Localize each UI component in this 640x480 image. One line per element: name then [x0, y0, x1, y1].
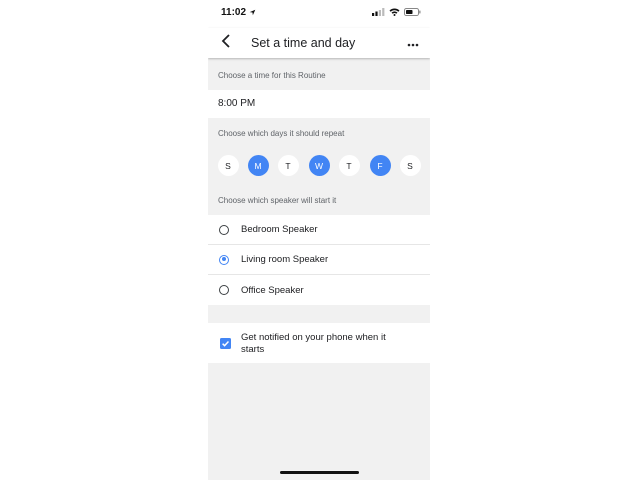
signal-icon: [372, 8, 385, 16]
notify-checkbox[interactable]: [220, 338, 231, 349]
day-thursday[interactable]: T: [338, 155, 360, 176]
more-vertical-icon: [407, 34, 419, 52]
speaker-list: Bedroom Speaker Living room Speaker Offi…: [208, 215, 430, 305]
radio-button-selected[interactable]: [219, 254, 229, 265]
phone-screen: 11:02 Set a time and day Choose a time f…: [208, 0, 430, 480]
time-section-label: Choose a time for this Routine: [218, 71, 326, 80]
speaker-label: Living room Speaker: [241, 254, 329, 265]
wifi-icon: [389, 8, 400, 16]
radio-button[interactable]: [219, 285, 229, 295]
app-header: Set a time and day: [208, 28, 430, 58]
speaker-option-bedroom[interactable]: Bedroom Speaker: [208, 215, 430, 245]
battery-icon: [404, 8, 421, 16]
speaker-section-label: Choose which speaker will start it: [218, 196, 337, 205]
location-arrow-icon: [249, 9, 256, 16]
speaker-option-office[interactable]: Office Speaker: [208, 275, 430, 305]
days-section-label: Choose which days it should repeat: [218, 129, 345, 138]
day-wednesday[interactable]: W: [308, 155, 330, 176]
time-picker-row[interactable]: 8:00 PM: [208, 90, 430, 118]
checkmark-icon: [222, 341, 229, 347]
home-indicator[interactable]: [280, 471, 359, 474]
day-friday[interactable]: F: [369, 155, 391, 176]
notify-option[interactable]: Get notified on your phone when it start…: [208, 323, 430, 363]
page-title: Set a time and day: [251, 36, 356, 50]
status-time-text: 11:02: [221, 7, 247, 18]
status-time: 11:02: [221, 7, 256, 18]
speaker-label: Bedroom Speaker: [241, 224, 318, 235]
back-button[interactable]: [216, 33, 236, 53]
speaker-label: Office Speaker: [241, 284, 304, 296]
status-icons: [372, 8, 421, 16]
status-bar: 11:02: [208, 0, 430, 28]
back-arrow-icon: [221, 33, 231, 53]
day-saturday[interactable]: S: [399, 155, 421, 176]
day-selector: S M T W T F S: [208, 155, 430, 177]
notify-label: Get notified on your phone when it start…: [241, 332, 386, 355]
day-sunday[interactable]: S: [217, 155, 239, 176]
more-options-button[interactable]: [404, 34, 422, 52]
time-value: 8:00 PM: [218, 98, 256, 109]
day-monday[interactable]: M: [247, 155, 269, 176]
radio-button[interactable]: [219, 224, 229, 235]
speaker-option-living-room[interactable]: Living room Speaker: [208, 245, 430, 275]
day-tuesday[interactable]: T: [277, 155, 299, 176]
